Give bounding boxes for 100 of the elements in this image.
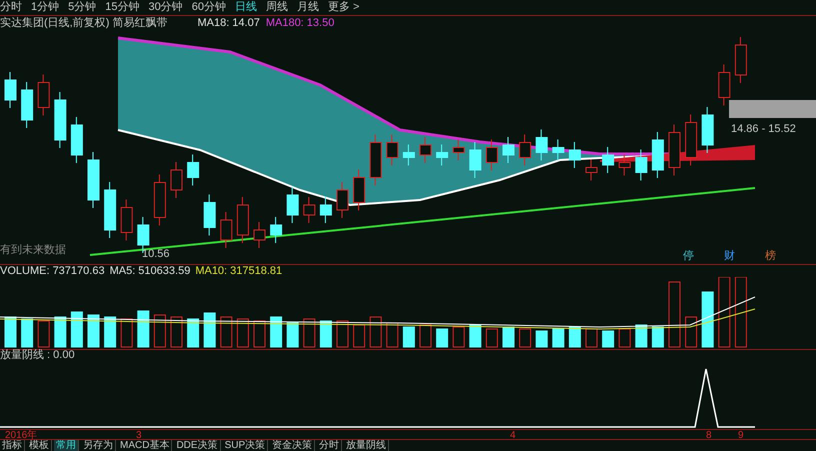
volume-bar bbox=[652, 326, 664, 348]
volume-bar bbox=[154, 314, 166, 348]
volume-bar bbox=[286, 322, 299, 348]
period-tab[interactable]: 分时 bbox=[0, 0, 22, 16]
period-tab[interactable]: 30分钟 bbox=[148, 0, 183, 16]
indicator-tab[interactable]: 另存为 bbox=[81, 440, 116, 451]
volume-bar bbox=[270, 316, 282, 348]
event-marker[interactable]: 榜 bbox=[765, 248, 776, 264]
candlestick bbox=[104, 182, 116, 238]
candlestick bbox=[270, 216, 282, 244]
volume-bar bbox=[88, 314, 100, 348]
indicator-tab[interactable]: SUP决策 bbox=[222, 440, 268, 451]
candlestick bbox=[602, 146, 614, 174]
volume-bar bbox=[685, 316, 698, 348]
volume-bar bbox=[204, 312, 216, 348]
volume-bar bbox=[54, 316, 66, 348]
candlestick bbox=[536, 129, 548, 161]
low-price-label: 10.56 bbox=[142, 247, 170, 262]
candlestick bbox=[187, 154, 200, 186]
volume-bar bbox=[635, 324, 648, 348]
volume-bar bbox=[254, 320, 266, 348]
volume-bar bbox=[552, 328, 564, 348]
indicator-tab[interactable]: 指标 bbox=[0, 440, 25, 451]
candlestick bbox=[436, 144, 448, 166]
candlestick bbox=[303, 196, 316, 224]
candlestick bbox=[452, 139, 465, 161]
candlestick bbox=[469, 142, 482, 178]
period-tab[interactable]: 月线 bbox=[297, 0, 319, 16]
candlestick bbox=[236, 196, 249, 244]
volume-bar bbox=[734, 277, 747, 348]
period-tab[interactable]: 周线 bbox=[266, 0, 288, 16]
period-tab[interactable]: 更多 > bbox=[328, 0, 360, 16]
volume-bar bbox=[370, 316, 382, 348]
indicator-tab[interactable]: 分时 bbox=[317, 440, 342, 451]
indicator-label: 放量阴线 : 0.00 bbox=[0, 348, 75, 364]
candlestick bbox=[652, 132, 664, 178]
event-marker[interactable]: 停 bbox=[683, 248, 694, 264]
period-tab[interactable]: 日线 bbox=[235, 0, 257, 16]
candlestick bbox=[320, 196, 332, 224]
candlestick bbox=[552, 139, 564, 161]
indicator-tab[interactable]: 常用 bbox=[54, 440, 79, 451]
candlestick bbox=[718, 64, 730, 106]
volume-bar bbox=[120, 318, 133, 348]
candlestick bbox=[668, 124, 680, 176]
candlestick bbox=[154, 174, 166, 226]
candlestick bbox=[120, 199, 133, 241]
date-label: 4 bbox=[510, 429, 516, 443]
volume-bar bbox=[353, 324, 366, 348]
volume-bar bbox=[502, 326, 514, 348]
indicator-tab[interactable]: DDE决策 bbox=[174, 440, 221, 451]
volume-bar bbox=[38, 320, 50, 348]
period-tab[interactable]: 1分钟 bbox=[31, 0, 60, 16]
candlestick bbox=[220, 212, 232, 248]
candlestick bbox=[420, 136, 432, 164]
volume-bar bbox=[486, 328, 498, 348]
candlestick bbox=[519, 134, 532, 166]
volume-bar bbox=[4, 316, 16, 348]
future-data-note: 有到未来数据 bbox=[0, 243, 66, 258]
indicator-tab[interactable]: 模板 bbox=[27, 440, 52, 451]
volume-bar bbox=[170, 316, 182, 348]
candlestick bbox=[54, 92, 66, 148]
volume-bar bbox=[21, 318, 34, 348]
period-tab[interactable]: 5分钟 bbox=[68, 0, 96, 16]
candlestick bbox=[502, 136, 514, 164]
candlestick bbox=[21, 82, 34, 128]
volume-bar bbox=[519, 328, 532, 348]
date-label: 3 bbox=[136, 429, 142, 441]
date-label: 8 bbox=[706, 429, 712, 443]
volume-bar bbox=[568, 326, 581, 348]
ma10-value: MA10: 317518.81 bbox=[195, 264, 282, 279]
indicator-tab[interactable]: MACD基本 bbox=[118, 440, 172, 451]
candlestick bbox=[486, 139, 498, 171]
period-tab[interactable]: 15分钟 bbox=[105, 0, 140, 16]
candlestick bbox=[402, 144, 415, 166]
volume-bar bbox=[303, 318, 316, 348]
candlestick bbox=[38, 74, 50, 116]
volume-bar bbox=[668, 282, 680, 348]
volume-bar bbox=[618, 328, 631, 348]
event-marker[interactable]: 财 bbox=[724, 248, 735, 264]
ma18-value: MA18: 14.07 bbox=[197, 16, 260, 31]
volume-bar bbox=[536, 330, 548, 348]
candlestick bbox=[370, 134, 382, 186]
candlestick bbox=[618, 154, 631, 176]
volume-bar bbox=[436, 328, 448, 348]
volume-bar bbox=[469, 324, 482, 348]
candlestick bbox=[702, 106, 714, 154]
volume-bar bbox=[452, 326, 465, 348]
candlestick bbox=[586, 159, 598, 181]
volume-bar bbox=[104, 316, 116, 348]
chart-title: 实达集团(日线,前复权) 简易红飘带 bbox=[0, 16, 168, 31]
candlestick bbox=[254, 222, 266, 248]
price-range-label: 14.86 - 15.52 bbox=[731, 122, 796, 137]
volume-bar bbox=[602, 330, 614, 348]
candlestick bbox=[170, 162, 182, 198]
volume-bar bbox=[320, 320, 332, 348]
indicator-tab[interactable]: 资金决策 bbox=[270, 440, 316, 451]
indicator-tab[interactable]: 放量阴线 bbox=[344, 440, 390, 451]
candlestick bbox=[635, 149, 648, 181]
period-tab[interactable]: 60分钟 bbox=[192, 0, 226, 16]
date-label: 9 bbox=[738, 429, 744, 443]
